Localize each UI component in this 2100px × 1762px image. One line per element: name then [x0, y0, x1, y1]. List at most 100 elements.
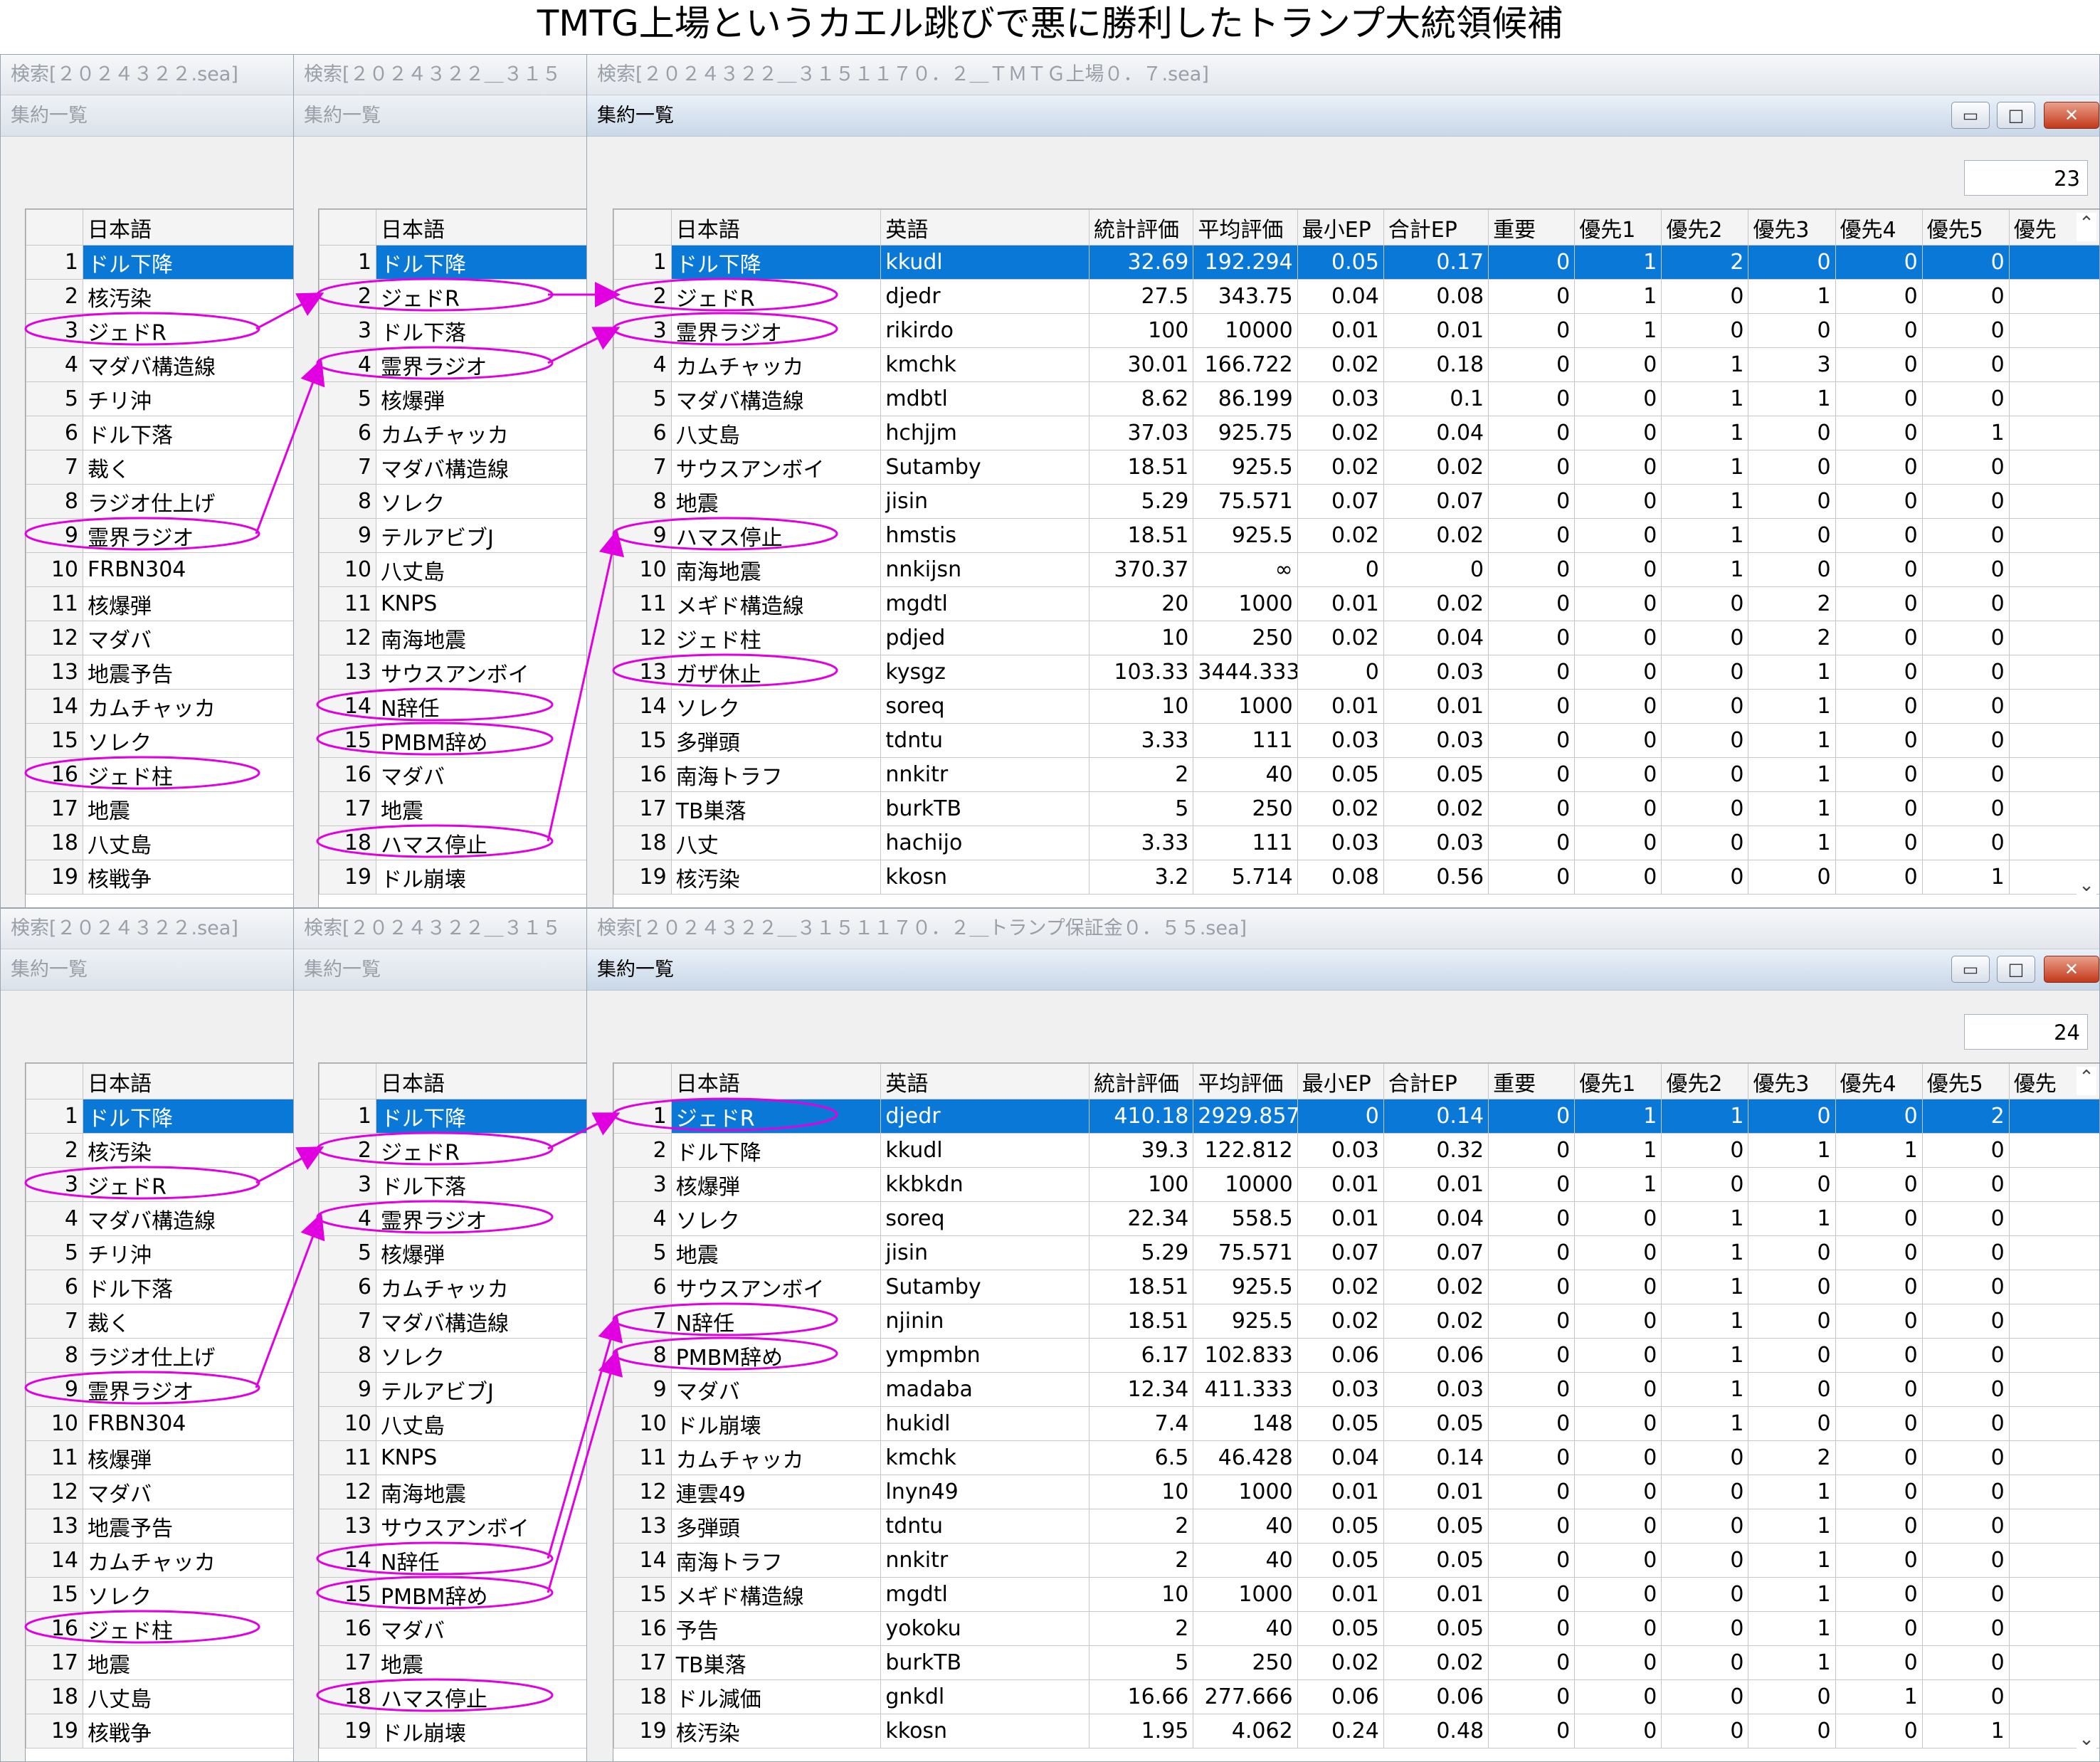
list-item[interactable]: 8ソレク: [320, 1339, 589, 1373]
table-row[interactable]: 3核爆弾kkbkdn100100000.010.01010000: [614, 1168, 2100, 1202]
table-row[interactable]: 19核汚染kkosn3.25.7140.080.56000001: [614, 860, 2100, 895]
list-item[interactable]: 15PMBM辞め: [320, 724, 589, 758]
list-item[interactable]: 8ラジオ仕上げ: [26, 485, 295, 519]
list-item[interactable]: 6カムチャッカ: [320, 416, 589, 450]
chevron-up-icon[interactable]: ⌃: [2077, 213, 2096, 241]
table-row[interactable]: 11メギド構造線mgdtl2010000.010.02000200: [614, 587, 2100, 621]
column-header-sum-ep[interactable]: 合計EP: [1383, 1064, 1488, 1099]
column-header-min-ep[interactable]: 最小EP: [1297, 210, 1383, 246]
table-row[interactable]: 4カムチャッカkmchk30.01166.7220.020.18001300: [614, 348, 2100, 382]
column-header-avg-eval[interactable]: 平均評価: [1193, 1064, 1297, 1099]
list-item[interactable]: 11核爆弾: [26, 587, 295, 621]
list-item[interactable]: 13地震予告: [26, 655, 295, 690]
chevron-down-icon[interactable]: ⌄: [2077, 1729, 2096, 1757]
list-item[interactable]: 10八丈島: [320, 553, 589, 587]
table-row[interactable]: 5マダバ構造線mdbtl8.6286.1990.030.1001100: [614, 382, 2100, 416]
search-window-3[interactable]: 検索[２０２４３２２＿３１５１１７０．２＿トランプ保証金０．５５.sea] 集約…: [586, 908, 2100, 1762]
table-row[interactable]: 19核汚染kkosn1.954.0620.240.48000001: [614, 1714, 2100, 1748]
table-row[interactable]: 1ドル下降kkudl32.69192.2940.050.17012000: [614, 246, 2100, 280]
list-item[interactable]: 13サウスアンボイ: [320, 1509, 589, 1544]
column-header-japanese[interactable]: 日本語: [671, 210, 881, 246]
list-item[interactable]: 3ドル下落: [320, 314, 589, 348]
list-item[interactable]: 1ドル下降: [320, 1099, 589, 1134]
list-item[interactable]: 17地震: [320, 792, 589, 826]
table-row[interactable]: 10南海地震nnkijsn370.37∞00001000: [614, 553, 2100, 587]
column-header-japanese[interactable]: 日本語: [376, 210, 589, 246]
list-item[interactable]: 1ドル下降: [26, 1099, 295, 1134]
table-row[interactable]: 9ハマス停止hmstis18.51925.50.020.02001000: [614, 519, 2100, 553]
list-item[interactable]: 9テルアビブJ: [320, 1373, 589, 1407]
table-row[interactable]: 7N辞任njinin18.51925.50.020.02001000: [614, 1304, 2100, 1339]
list-item[interactable]: 4霊界ラジオ: [320, 1202, 589, 1236]
list-item[interactable]: 16マダバ: [320, 758, 589, 792]
list-item[interactable]: 10FRBN304: [26, 553, 295, 587]
column-header-priority-4[interactable]: 優先4: [1835, 1064, 1922, 1099]
list-item[interactable]: 5核爆弾: [320, 1236, 589, 1270]
column-header-priority-3[interactable]: 優先3: [1748, 1064, 1835, 1099]
summary-grid[interactable]: 日本語 英語 統計評価 平均評価 最小EP 合計EP 重要 優先1 優先2 優先…: [613, 209, 2100, 908]
column-header-japanese[interactable]: 日本語: [376, 1064, 589, 1099]
close-icon[interactable]: ✕: [2044, 956, 2099, 983]
list-item[interactable]: 14N辞任: [320, 690, 589, 724]
list-item[interactable]: 1ドル下降: [320, 246, 589, 280]
list-item[interactable]: 12マダバ: [26, 1475, 295, 1509]
list-item[interactable]: 5チリ沖: [26, 382, 295, 416]
list-item[interactable]: 5核爆弾: [320, 382, 589, 416]
table-row[interactable]: 17TB巣落burkTB52500.020.02000100: [614, 792, 2100, 826]
table-row[interactable]: 12ジェド柱pdjed102500.020.04000200: [614, 621, 2100, 655]
table-row[interactable]: 16予告yokoku2400.050.05000100: [614, 1612, 2100, 1646]
list-item[interactable]: 9テルアビブJ: [320, 519, 589, 553]
list-item[interactable]: 6ドル下落: [26, 1270, 295, 1304]
column-header-priority-3[interactable]: 優先3: [1748, 210, 1835, 246]
column-header-priority-2[interactable]: 優先2: [1662, 210, 1748, 246]
list-item[interactable]: 10FRBN304: [26, 1407, 295, 1441]
list-item[interactable]: 16マダバ: [320, 1612, 589, 1646]
list-item[interactable]: 10八丈島: [320, 1407, 589, 1441]
list-item[interactable]: 3ジェドR: [26, 314, 295, 348]
column-header-japanese[interactable]: 日本語: [83, 1064, 295, 1099]
list-item[interactable]: 12南海地震: [320, 1475, 589, 1509]
table-row[interactable]: 14南海トラフnnkitr2400.050.05000100: [614, 1544, 2100, 1578]
list-item[interactable]: 15ソレク: [26, 1578, 295, 1612]
list-item[interactable]: 17地震: [26, 792, 295, 826]
search-window-1[interactable]: 検索[２０２４３２２.sea] 集約一覧 日本語 1ドル下降2核汚染3ジェドR4…: [0, 908, 295, 1762]
list-grid[interactable]: 日本語 1ドル下降2ジェドR3ドル下落4霊界ラジオ5核爆弾6カムチャッカ7マダバ…: [318, 209, 588, 908]
table-row[interactable]: 13多弾頭tdntu2400.050.05000100: [614, 1509, 2100, 1544]
list-item[interactable]: 8ラジオ仕上げ: [26, 1339, 295, 1373]
table-row[interactable]: 18ドル減価gnkdl16.66277.6660.060.06000010: [614, 1680, 2100, 1714]
list-item[interactable]: 11核爆弾: [26, 1441, 295, 1475]
list-item[interactable]: 6ドル下落: [26, 416, 295, 450]
list-item[interactable]: 7裁く: [26, 1304, 295, 1339]
maximize-icon[interactable]: □: [1997, 102, 2035, 129]
chevron-down-icon[interactable]: ⌄: [2077, 875, 2096, 903]
table-row[interactable]: 6サウスアンボイSutamby18.51925.50.020.02001000: [614, 1270, 2100, 1304]
column-header-stat-eval[interactable]: 統計評価: [1089, 210, 1193, 246]
column-header-japanese[interactable]: 日本語: [83, 210, 295, 246]
list-item[interactable]: 4霊界ラジオ: [320, 348, 589, 382]
list-item[interactable]: 9霊界ラジオ: [26, 519, 295, 553]
table-row[interactable]: 10ドル崩壊hukidl7.41480.050.05001000: [614, 1407, 2100, 1441]
table-row[interactable]: 5地震jisin5.2975.5710.070.07001000: [614, 1236, 2100, 1270]
column-header-avg-eval[interactable]: 平均評価: [1193, 210, 1297, 246]
close-icon[interactable]: ✕: [2044, 102, 2099, 129]
list-item[interactable]: 8ソレク: [320, 485, 589, 519]
table-row[interactable]: 6八丈島hchjjm37.03925.750.020.04001001: [614, 416, 2100, 450]
column-header-priority-1[interactable]: 優先1: [1575, 210, 1662, 246]
list-item[interactable]: 11KNPS: [320, 1441, 589, 1475]
table-row[interactable]: 4ソレクsoreq22.34558.50.010.04001100: [614, 1202, 2100, 1236]
search-window-3[interactable]: 検索[２０２４３２２＿３１５１１７０．２＿ＴＭＴＧ上場０．７.sea] 集約一覧…: [586, 54, 2100, 908]
search-window-2[interactable]: 検索[２０２４３２２＿３１５ 集約一覧 日本語 1ドル下降2ジェドR3ドル下落4…: [293, 54, 588, 908]
table-row[interactable]: 2ドル下降kkudl39.3122.8120.030.32010110: [614, 1134, 2100, 1168]
list-item[interactable]: 19核戦争: [26, 1714, 295, 1748]
table-row[interactable]: 13ガザ休止kysgz103.333444.33300.03000100: [614, 655, 2100, 690]
table-row[interactable]: 11カムチャッカkmchk6.546.4280.040.14000200: [614, 1441, 2100, 1475]
list-item[interactable]: 14カムチャッカ: [26, 690, 295, 724]
list-item[interactable]: 15PMBM辞め: [320, 1578, 589, 1612]
list-item[interactable]: 7マダバ構造線: [320, 1304, 589, 1339]
table-row[interactable]: 1ジェドRdjedr410.182929.85700.14011002: [614, 1099, 2100, 1134]
table-row[interactable]: 18八丈hachijo3.331110.030.03000100: [614, 826, 2100, 860]
list-item[interactable]: 17地震: [26, 1646, 295, 1680]
list-item[interactable]: 9霊界ラジオ: [26, 1373, 295, 1407]
table-row[interactable]: 9マダバmadaba12.34411.3330.030.03001000: [614, 1373, 2100, 1407]
list-item[interactable]: 19ドル崩壊: [320, 860, 589, 895]
